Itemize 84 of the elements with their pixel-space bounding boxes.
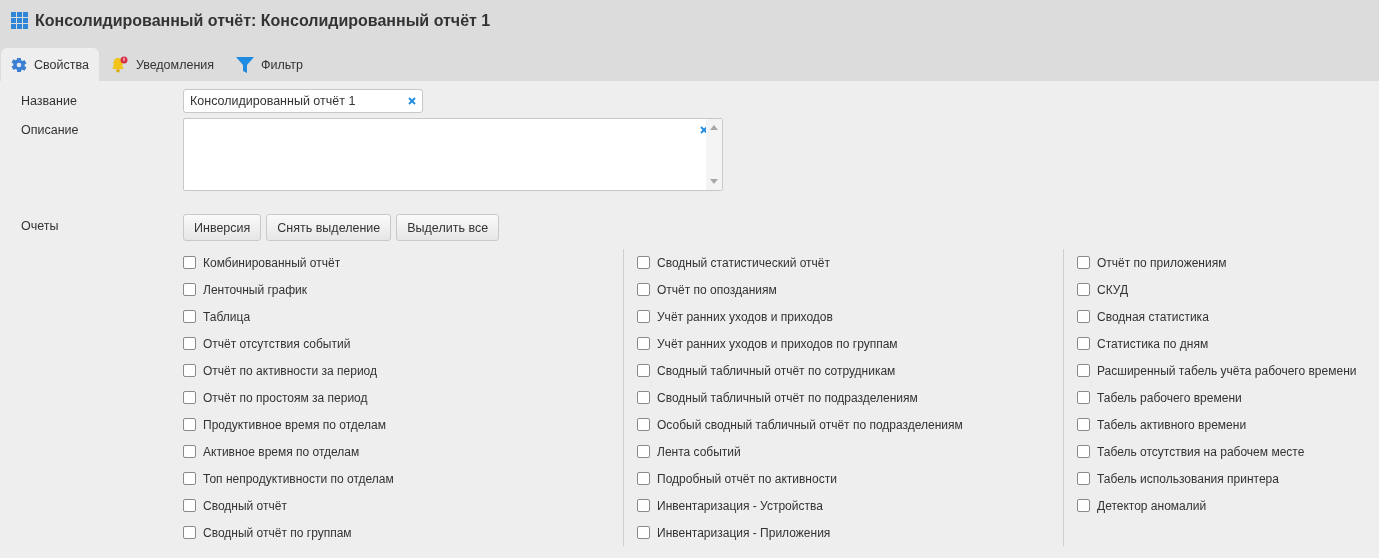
checkbox-label[interactable]: Статистика по дням <box>1097 336 1209 351</box>
checkbox-label[interactable]: Инвентаризация - Устройства <box>657 498 823 513</box>
checkbox-label[interactable]: Сводный табличный отчёт по сотрудникам <box>657 363 896 378</box>
checkbox-label[interactable]: Сводная статистика <box>1097 309 1209 324</box>
checkbox[interactable] <box>637 337 650 350</box>
checkbox[interactable] <box>637 445 650 458</box>
checkbox-label[interactable]: Табель отсутствия на рабочем месте <box>1097 444 1305 459</box>
checkbox-label[interactable]: Комбинированный отчёт <box>203 255 341 270</box>
checkbox[interactable] <box>1077 364 1090 377</box>
checkbox-label[interactable]: Отчёт по активности за период <box>203 363 378 378</box>
checkbox[interactable] <box>1077 391 1090 404</box>
checkbox[interactable] <box>183 499 196 512</box>
action-button[interactable]: Инверсия <box>183 214 262 241</box>
checkbox-label[interactable]: Таблица <box>203 309 251 324</box>
checkbox[interactable] <box>637 472 650 485</box>
checkbox-label[interactable]: Табель использования принтера <box>1097 471 1279 486</box>
description-field[interactable] <box>183 118 723 191</box>
checkbox-label[interactable]: Табель активного времени <box>1097 417 1247 432</box>
clear-icon[interactable] <box>408 97 416 105</box>
checkbox[interactable] <box>637 364 650 377</box>
scrollbar[interactable] <box>706 119 722 190</box>
grid-icon <box>11 12 29 30</box>
checkbox-label[interactable]: Отчёт по простоям за период <box>203 390 368 405</box>
checkbox-label[interactable]: Детектор аномалий <box>1097 498 1207 513</box>
checkbox[interactable] <box>183 445 196 458</box>
checkbox[interactable] <box>1077 310 1090 323</box>
tab[interactable]: Фильтр <box>226 48 314 81</box>
scroll-up-icon[interactable] <box>710 125 718 130</box>
checkbox-label[interactable]: Лента событий <box>657 444 741 459</box>
checkbox[interactable] <box>637 418 650 431</box>
action-button[interactable]: Выделить все <box>396 214 500 241</box>
checkbox-label[interactable]: Сводный статистический отчёт <box>657 255 831 270</box>
field-label: Описание <box>20 122 80 139</box>
checkbox[interactable] <box>183 283 196 296</box>
scroll-down-icon[interactable] <box>710 179 718 184</box>
checkbox-label[interactable]: Активное время по отделам <box>203 444 360 459</box>
checkbox-label[interactable]: Сводный отчёт по группам <box>203 525 352 540</box>
checkbox[interactable] <box>1077 337 1090 350</box>
field-label: Название <box>20 93 78 110</box>
checkbox-label[interactable]: Продуктивное время по отделам <box>203 417 386 432</box>
checkbox[interactable] <box>1077 472 1090 485</box>
checkbox[interactable] <box>637 499 650 512</box>
checkbox-label[interactable]: Инвентаризация - Приложения <box>657 525 831 540</box>
checkbox[interactable] <box>183 472 196 485</box>
checkbox[interactable] <box>183 364 196 377</box>
checkbox-label[interactable]: СКУД <box>1097 282 1128 297</box>
gear-icon <box>11 56 27 73</box>
checkbox-label[interactable]: Отчёт по приложениям <box>1097 255 1227 270</box>
checkbox-label[interactable]: Особый сводный табличный отчёт по подразделениям <box>657 417 963 432</box>
checkbox[interactable] <box>637 391 650 404</box>
checkbox-label[interactable]: Отчёт по опозданиям <box>657 282 777 297</box>
tab[interactable]: Свойства <box>1 48 99 81</box>
checkbox[interactable] <box>637 310 650 323</box>
checkbox-label[interactable]: Ленточный график <box>203 282 308 297</box>
tab[interactable]: Уведомления <box>100 48 225 81</box>
checkbox[interactable] <box>637 256 650 269</box>
checkbox-label[interactable]: Учёт ранних уходов и приходов <box>657 309 833 324</box>
bell-icon <box>110 56 129 73</box>
checkbox[interactable] <box>637 283 650 296</box>
checkbox[interactable] <box>183 310 196 323</box>
checkbox[interactable] <box>1077 256 1090 269</box>
action-button[interactable]: Снять выделение <box>266 214 392 241</box>
checkbox[interactable] <box>1077 418 1090 431</box>
checkbox-label[interactable]: Расширенный табель учёта рабочего времени <box>1097 363 1357 378</box>
checkbox-label[interactable]: Сводный отчёт <box>203 498 287 513</box>
checkbox[interactable] <box>183 418 196 431</box>
checkbox-label[interactable]: Подробный отчёт по активности <box>657 471 837 486</box>
checkbox[interactable] <box>183 391 196 404</box>
checkbox[interactable] <box>183 526 196 539</box>
checkbox-label[interactable]: Отчёт отсутствия событий <box>203 336 351 351</box>
window-title: Консолидированный отчёт: Консолидированный отчёт 1 <box>35 12 491 30</box>
checkbox[interactable] <box>1077 283 1090 296</box>
checkbox[interactable] <box>183 337 196 350</box>
checkbox-label[interactable]: Учёт ранних уходов и приходов по группам <box>657 336 898 351</box>
checkbox-label[interactable]: Табель рабочего времени <box>1097 390 1242 405</box>
checkbox-label[interactable]: Топ непродуктивности по отделам <box>203 471 394 486</box>
checkbox[interactable] <box>1077 499 1090 512</box>
checkbox-label[interactable]: Сводный табличный отчёт по подразделениям <box>657 390 918 405</box>
checkbox[interactable] <box>183 256 196 269</box>
funnel-icon <box>236 55 255 74</box>
checkbox[interactable] <box>637 526 650 539</box>
field-label: Очеты <box>20 218 60 235</box>
name-field[interactable]: Консолидированный отчёт 1 <box>183 89 423 113</box>
checkbox[interactable] <box>1077 445 1090 458</box>
